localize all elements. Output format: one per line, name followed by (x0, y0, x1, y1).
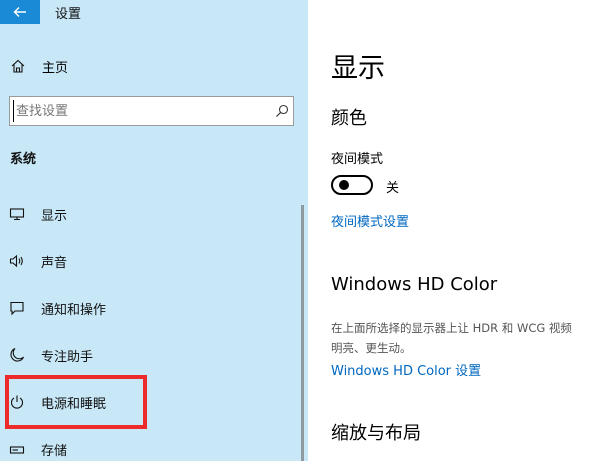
sidebar-item-display[interactable]: 显示 (0, 199, 300, 229)
home-icon (11, 59, 25, 73)
search-input[interactable] (13, 100, 263, 122)
sidebar-item-notifications[interactable]: 通知和操作 (0, 293, 300, 323)
sidebar-item-label: 声音 (41, 256, 68, 271)
sidebar-item-sound[interactable]: 声音 (0, 246, 300, 276)
night-light-state: 关 (386, 181, 400, 196)
speaker-icon (9, 254, 23, 268)
night-light-label: 夜间模式 (331, 152, 384, 167)
monitor-icon (9, 208, 25, 221)
back-button[interactable] (0, 0, 40, 24)
arrow-left-icon (13, 7, 26, 17)
app-title: 设置 (55, 7, 82, 22)
search-icon[interactable] (275, 104, 289, 118)
sidebar-item-label: 显示 (41, 209, 68, 224)
highlight-box (5, 375, 147, 429)
hdr-settings-link[interactable]: Windows HD Color 设置 (331, 360, 481, 379)
hdr-description: 在上面所选择的显示器上让 HDR 和 WCG 视频 明亮、更生动。 (331, 318, 600, 358)
color-heading: 颜色 (331, 108, 367, 129)
sidebar-item-label: 专注助手 (41, 350, 94, 365)
hdr-heading: Windows HD Color (331, 274, 498, 295)
sidebar-item-home[interactable]: 主页 (0, 52, 300, 80)
sidebar-item-storage[interactable]: 存储 (0, 434, 300, 461)
title-bar: 设置 (0, 0, 308, 26)
hdr-description-line: 在上面所选择的显示器上让 HDR 和 WCG 视频 (331, 321, 572, 335)
search-box[interactable] (9, 96, 294, 126)
hdr-description-line: 明亮、更生动。 (331, 341, 412, 355)
page-title: 显示 (331, 53, 385, 84)
night-light-settings-link[interactable]: 夜间模式设置 (331, 211, 409, 230)
scale-layout-heading: 缩放与布局 (331, 423, 421, 444)
notification-icon (10, 301, 24, 316)
sidebar-item-label: 通知和操作 (41, 303, 107, 318)
sidebar-item-label: 存储 (41, 444, 68, 459)
sidebar-scrollbar[interactable] (301, 205, 304, 461)
moon-icon (10, 347, 25, 362)
storage-icon (9, 446, 25, 454)
toggle-knob (339, 180, 349, 190)
sidebar-item-focus-assist[interactable]: 专注助手 (0, 340, 300, 370)
sidebar-item-label: 主页 (42, 61, 69, 76)
night-light-toggle[interactable] (331, 175, 373, 195)
section-label: 系统 (10, 152, 37, 167)
